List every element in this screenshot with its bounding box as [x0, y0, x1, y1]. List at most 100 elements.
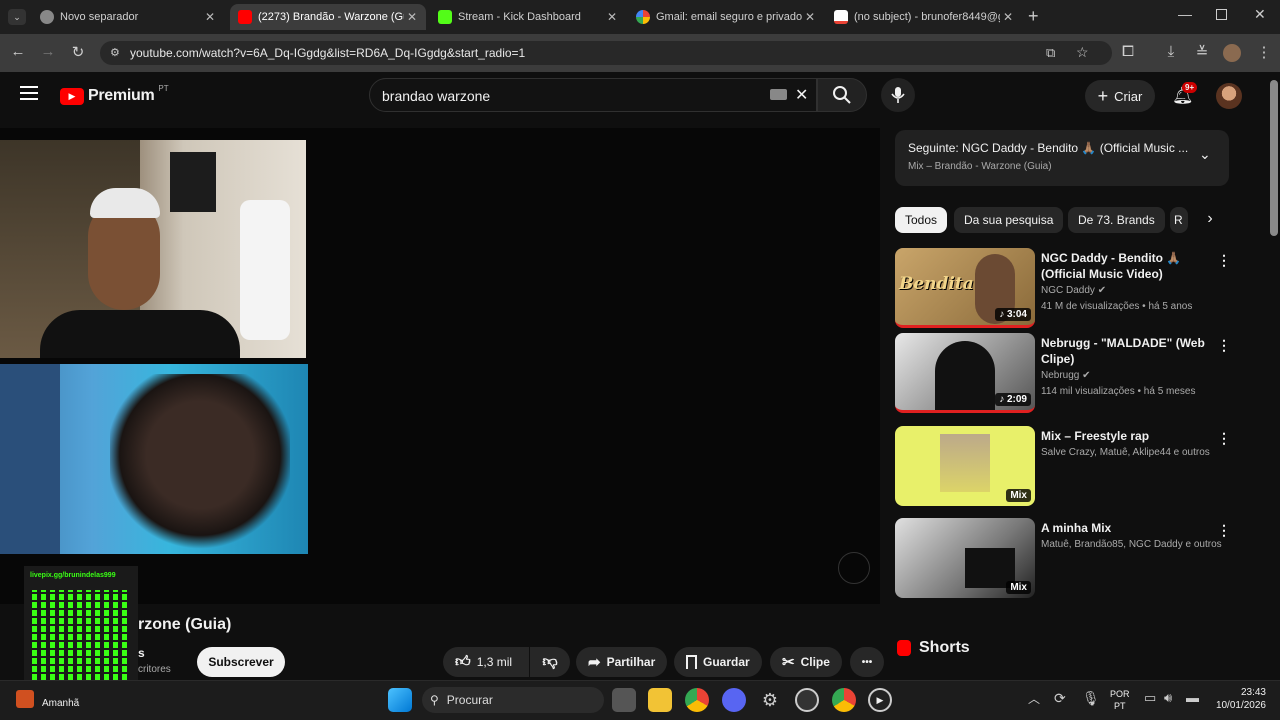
thumbs-down-icon: 👎︎ [542, 653, 558, 670]
playlist-thumbnail[interactable]: Mix [895, 426, 1035, 506]
voice-search-button[interactable] [881, 78, 915, 112]
tab-gmail-google[interactable]: Gmail: email seguro e privado da... ✕ [628, 4, 824, 30]
video-title[interactable]: NGC Daddy - Bendito 🙏🏽 (Official Music V… [1041, 250, 1211, 282]
network-icon[interactable]: ▭ [1144, 690, 1156, 706]
like-button[interactable]: 👍︎ 1,3 mil [443, 647, 529, 677]
notifications-button[interactable]: 🔔︎ 9+ [1172, 82, 1198, 106]
save-button[interactable]: Guardar [674, 647, 762, 677]
chip-da-sua-pesquisa[interactable]: Da sua pesquisa [954, 207, 1064, 233]
battery-icon[interactable]: ▬ [1186, 690, 1199, 705]
kebab-menu-icon[interactable]: ⋮ [1217, 522, 1231, 539]
clear-search-icon[interactable]: ✕ [795, 85, 808, 105]
video-meta: 114 mil visualizações • há 5 meses [1041, 386, 1196, 397]
obs-icon[interactable] [795, 688, 819, 712]
search-button[interactable] [817, 78, 867, 112]
list-item[interactable]: Mix A minha Mix Matuê, Brandão85, NGC Da… [895, 518, 1235, 598]
youtube-logo[interactable]: ▶ Premium PT [60, 84, 169, 105]
reload-icon[interactable]: ↻ [68, 43, 88, 61]
chevron-down-icon[interactable]: ⌄ [1199, 146, 1211, 163]
close-tab-icon[interactable]: ✕ [202, 10, 218, 24]
kebab-menu-icon[interactable]: ⋮ [1217, 337, 1231, 354]
tab-search-icon[interactable]: ⌄ [8, 9, 26, 25]
address-bar[interactable]: ⚙ youtube.com/watch?v=6A_Dq-IGgdg&list=R… [100, 41, 1112, 65]
up-next-card[interactable]: Seguinte: NGC Daddy - Bendito 🙏🏽 (Offici… [895, 130, 1229, 186]
settings-icon[interactable]: ⚙ [758, 688, 782, 712]
list-item[interactable]: Bendita ♪ 3:04 NGC Daddy - Bendito 🙏🏽 (O… [895, 248, 1235, 328]
tab-new-tab[interactable]: Novo separador ✕ [32, 4, 224, 30]
windows-start-icon[interactable] [388, 688, 412, 712]
close-tab-icon[interactable]: ✕ [1000, 10, 1016, 24]
channel-name[interactable]: Nebrugg ✔︎ [1041, 369, 1091, 383]
create-button[interactable]: + Criar [1085, 80, 1155, 112]
install-app-icon[interactable]: ⧉ [1046, 45, 1055, 61]
minimize-button[interactable]: — [1178, 6, 1192, 22]
site-info-icon[interactable]: ⚙ [110, 46, 120, 59]
file-explorer-icon[interactable] [648, 688, 672, 712]
maximize-button[interactable] [1216, 9, 1227, 20]
volume-icon[interactable]: 🔊︎ [1164, 690, 1172, 706]
new-tab-button[interactable]: + [1028, 6, 1039, 27]
profile-avatar[interactable] [1223, 44, 1241, 62]
bookmark-icon [686, 655, 697, 669]
more-actions-button[interactable]: ••• [850, 647, 884, 677]
google-icon [636, 10, 650, 24]
kebab-menu-icon[interactable]: ⋮ [1217, 430, 1231, 447]
close-window-button[interactable]: ✕ [1254, 6, 1266, 23]
dislike-button[interactable]: 👎︎ [530, 647, 570, 677]
share-button[interactable]: ➦ Partilhar [576, 647, 668, 677]
chip-partial[interactable]: R [1170, 207, 1188, 233]
page-scrollbar[interactable] [1270, 80, 1278, 236]
thumbs-up-icon: 👍︎ [455, 653, 471, 670]
media-player-icon[interactable]: ▶ [868, 688, 892, 712]
tray-overflow-icon[interactable]: ︿ [1028, 690, 1040, 707]
qr-code [32, 590, 130, 688]
sync-icon[interactable]: ⟳ [1054, 690, 1066, 707]
up-next-title: Seguinte: NGC Daddy - Bendito 🙏🏽 (Offici… [908, 141, 1188, 155]
video-thumbnail[interactable]: Bendita ♪ 3:04 [895, 248, 1035, 328]
chrome-icon[interactable] [685, 688, 709, 712]
verified-icon: ✔︎ [1097, 285, 1107, 296]
tab-youtube[interactable]: (2273) Brandão - Warzone (Guia) ✕ [230, 4, 426, 30]
chip-de-73-brands[interactable]: De 73. Brands [1068, 207, 1165, 233]
chip-todos[interactable]: Todos [895, 207, 948, 233]
subscribe-button[interactable]: Subscrever [197, 647, 285, 677]
discord-icon[interactable] [722, 688, 746, 712]
list-item[interactable]: ♪ 2:09 Nebrugg - "MALDADE" (Web Clipe) N… [895, 333, 1235, 413]
subscriber-count: critores [138, 664, 171, 675]
mic-tray-icon[interactable]: 🎙︎ [1082, 690, 1100, 707]
clock[interactable]: 23:43 10/01/2026 [1210, 686, 1266, 712]
downloads-icon[interactable]: ⤓ [1161, 43, 1181, 60]
playlist-title[interactable]: A minha Mix [1041, 520, 1211, 536]
keyboard-icon[interactable] [770, 89, 787, 100]
chrome-active-icon[interactable] [832, 688, 856, 712]
video-title[interactable]: Nebrugg - "MALDADE" (Web Clipe) [1041, 335, 1211, 367]
playlist-title[interactable]: Mix – Freestyle rap [1041, 428, 1211, 444]
youtube-icon [238, 10, 252, 24]
playlist-thumbnail[interactable]: Mix [895, 518, 1035, 598]
channel-name[interactable]: s [138, 646, 145, 660]
channel-name[interactable]: NGC Daddy ✔︎ [1041, 284, 1106, 298]
weather-widget[interactable]: Amanhã [16, 688, 79, 709]
account-avatar[interactable] [1216, 83, 1242, 109]
forward-icon[interactable]: → [38, 43, 58, 60]
back-icon[interactable]: ← [8, 43, 28, 60]
close-tab-icon[interactable]: ✕ [404, 10, 420, 24]
taskbar-search[interactable]: ⚲ Procurar [422, 687, 604, 713]
tab-kick[interactable]: Stream - Kick Dashboard ✕ [430, 4, 626, 30]
hamburger-menu-icon[interactable] [20, 86, 38, 100]
task-view-icon[interactable] [612, 688, 636, 712]
customize-icon[interactable]: ≚ [1192, 43, 1212, 61]
extensions-icon[interactable]: ⧠ [1118, 43, 1138, 60]
video-thumbnail[interactable]: ♪ 2:09 [895, 333, 1035, 413]
tab-gmail-mail[interactable]: (no subject) - brunofer8449@gm... ✕ [826, 4, 1022, 30]
chevron-right-icon[interactable]: › [1192, 207, 1228, 233]
kebab-menu-icon[interactable]: ⋮ [1217, 252, 1231, 269]
bookmark-star-icon[interactable]: ☆ [1076, 44, 1089, 61]
input-language[interactable]: POR PT [1110, 688, 1130, 712]
close-tab-icon[interactable]: ✕ [802, 10, 818, 24]
search-input[interactable]: brandao warzone ✕ [369, 78, 817, 112]
close-tab-icon[interactable]: ✕ [604, 10, 620, 24]
browser-menu-icon[interactable]: ⋮ [1254, 43, 1274, 61]
clip-button[interactable]: ✂ Clipe [770, 647, 842, 677]
list-item[interactable]: Mix Mix – Freestyle rap Salve Crazy, Mat… [895, 426, 1235, 506]
